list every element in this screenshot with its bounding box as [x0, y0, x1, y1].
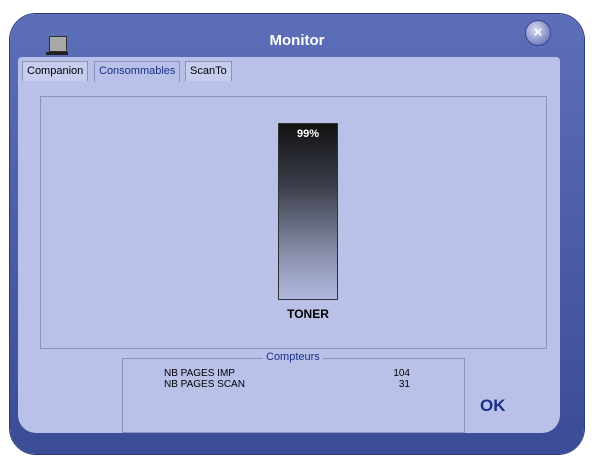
tab-companion[interactable]: Companion [22, 61, 89, 81]
counter-label-scan: NB PAGES SCAN [164, 379, 245, 390]
tab-scanto[interactable]: ScanTo [185, 61, 232, 81]
toner-level-bar [278, 123, 338, 300]
ok-button[interactable]: OK [480, 396, 510, 418]
close-button[interactable]: × [525, 20, 551, 46]
toner-percent: 99% [296, 128, 320, 140]
toner-label: TONER [287, 307, 329, 321]
counter-value-print: 104 [393, 368, 410, 379]
close-icon: × [533, 24, 543, 41]
tab-consommables[interactable]: Consommables [94, 61, 181, 82]
window-title: Monitor [269, 32, 325, 49]
counters-legend: Compteurs [263, 351, 323, 363]
counter-label-print: NB PAGES IMP [164, 368, 235, 379]
counter-value-scan: 31 [398, 379, 410, 390]
